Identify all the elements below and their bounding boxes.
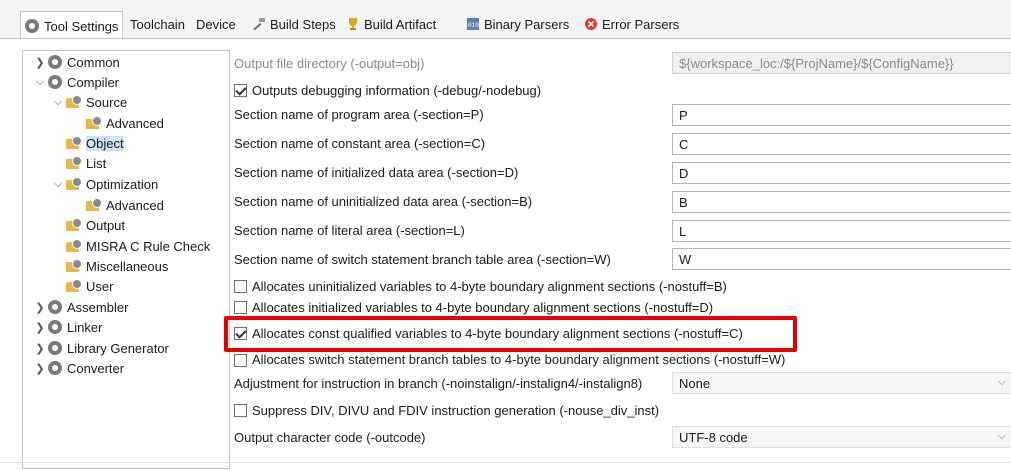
instalign-select[interactable]: None ⌵ — [672, 372, 1011, 394]
nouse-div-checkbox[interactable] — [234, 403, 247, 417]
gear-icon — [48, 320, 62, 334]
literal-area-field[interactable]: L — [672, 220, 1011, 242]
tree-item-source[interactable]: ⌵ Source — [52, 92, 127, 112]
tree-item-output[interactable]: Output — [66, 215, 125, 235]
switch-area-label: Section name of switch statement branch … — [234, 251, 611, 267]
gear-icon — [48, 75, 62, 89]
settings-folder-icon — [66, 177, 82, 191]
uninitialized-area-label: Section name of uninitialized data area … — [234, 193, 533, 209]
tree-item-source-advanced[interactable]: Advanced — [86, 113, 164, 133]
instalign-label: Adjustment for instruction in branch (-n… — [234, 375, 643, 391]
nostuff-w-option[interactable]: Allocates switch statement branch tables… — [234, 353, 785, 367]
switch-area-field[interactable]: W — [672, 248, 1011, 270]
chevron-down-icon[interactable]: ⌵ — [52, 178, 64, 191]
tree-item-linker[interactable]: ❯ Linker — [34, 317, 102, 337]
binary-icon: 010 — [466, 17, 480, 31]
tab-device[interactable]: Device — [196, 12, 236, 36]
initialized-area-label: Section name of initialized data area (-… — [234, 164, 519, 180]
chevron-right-icon[interactable]: ❯ — [34, 321, 46, 334]
tab-build-steps[interactable]: Build Steps — [252, 12, 336, 36]
tab-bar: Tool Settings Toolchain Device Build Ste… — [0, 0, 1011, 40]
settings-folder-icon — [66, 136, 82, 150]
tree-item-misra[interactable]: MISRA C Rule Check — [66, 236, 210, 256]
gear-icon — [48, 300, 62, 314]
tree-item-miscellaneous[interactable]: Miscellaneous — [66, 256, 168, 276]
nostuff-d-checkbox[interactable] — [234, 300, 247, 314]
tab-divider — [0, 38, 1011, 39]
chevron-down-icon: ⌵ — [997, 430, 1006, 442]
tree-item-assembler[interactable]: ❯ Assembler — [34, 297, 128, 317]
chevron-right-icon[interactable]: ❯ — [34, 342, 46, 355]
svg-text:010: 010 — [468, 22, 479, 29]
tree-item-list[interactable]: List — [66, 153, 106, 173]
chevron-right-icon[interactable]: ❯ — [34, 301, 46, 314]
settings-folder-icon — [86, 198, 102, 212]
tab-build-artifact[interactable]: Build Artifact — [346, 12, 436, 36]
tree-item-optimization-advanced[interactable]: Advanced — [86, 195, 164, 215]
constant-area-field[interactable]: C — [672, 133, 1011, 155]
tree-item-optimization[interactable]: ⌵ Optimization — [52, 174, 158, 194]
error-icon — [584, 17, 598, 31]
nostuff-b-option[interactable]: Allocates uninitialized variables to 4-b… — [234, 276, 727, 296]
tree-item-object[interactable]: Object — [66, 133, 124, 153]
literal-area-label: Section name of literal area (-section=L… — [234, 222, 465, 238]
settings-folder-icon — [86, 116, 102, 130]
debug-option[interactable]: Outputs debugging information (-debug/-n… — [234, 80, 541, 100]
gear-icon — [48, 361, 62, 375]
tree-item-library-generator[interactable]: ❯ Library Generator — [34, 338, 169, 358]
nostuff-b-checkbox[interactable] — [234, 279, 247, 293]
tab-tool-settings[interactable]: Tool Settings — [20, 11, 124, 40]
tree-item-compiler[interactable]: ⌵ Compiler — [34, 72, 119, 92]
chevron-down-icon[interactable]: ⌵ — [52, 96, 64, 109]
output-dir-field[interactable]: ${workspace_loc:/${ProjName}/${ConfigNam… — [672, 52, 1011, 74]
settings-folder-icon — [66, 259, 82, 273]
tab-error-parsers[interactable]: Error Parsers — [584, 12, 679, 36]
tree-item-user[interactable]: User — [66, 276, 113, 296]
debug-checkbox[interactable] — [234, 83, 247, 97]
trophy-icon — [346, 17, 360, 31]
gear-icon — [48, 341, 62, 355]
nouse-div-option[interactable]: Suppress DIV, DIVU and FDIV instruction … — [234, 400, 659, 420]
settings-folder-icon — [66, 239, 82, 253]
chevron-down-icon[interactable]: ⌵ — [34, 76, 46, 89]
uninitialized-area-field[interactable]: B — [672, 191, 1011, 213]
initialized-area-field[interactable]: D — [672, 162, 1011, 184]
settings-folder-icon — [66, 156, 82, 170]
gear-icon — [25, 19, 39, 33]
nostuff-d-option[interactable]: Allocates initialized variables to 4-byt… — [234, 299, 713, 315]
settings-folder-icon — [66, 279, 82, 293]
gear-icon — [48, 55, 62, 69]
chevron-down-icon: ⌵ — [997, 376, 1006, 388]
highlight-box — [224, 316, 797, 352]
chevron-right-icon[interactable]: ❯ — [34, 362, 46, 375]
program-area-field[interactable]: P — [672, 104, 1011, 126]
tab-binary-parsers[interactable]: 010 Binary Parsers — [466, 12, 569, 36]
panel-bottom-border — [0, 462, 1011, 463]
settings-folder-icon — [66, 95, 82, 109]
hammer-icon — [252, 17, 266, 31]
program-area-label: Section name of program area (-section=P… — [234, 106, 484, 122]
outcode-label: Output character code (-outcode) — [234, 429, 426, 445]
nostuff-w-checkbox[interactable] — [234, 354, 247, 367]
tab-toolchain[interactable]: Toolchain — [130, 12, 185, 36]
constant-area-label: Section name of constant area (-section=… — [234, 135, 486, 151]
tree-item-common[interactable]: ❯ Common — [34, 52, 119, 72]
chevron-right-icon[interactable]: ❯ — [34, 56, 46, 69]
tree-item-converter[interactable]: ❯ Converter — [34, 358, 124, 378]
settings-folder-icon — [66, 218, 82, 232]
outcode-select[interactable]: UTF-8 code ⌵ — [672, 426, 1011, 448]
output-dir-label: Output file directory (-output=obj) — [234, 55, 425, 71]
